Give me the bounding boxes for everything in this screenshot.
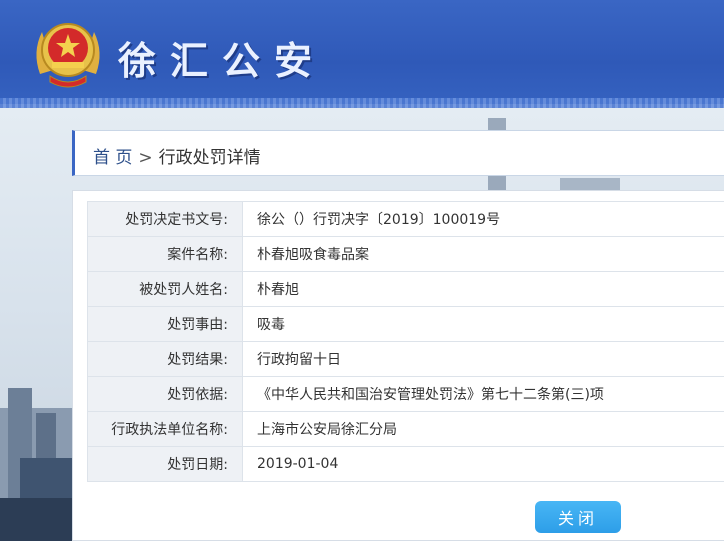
row-value: 《中华人民共和国治安管理处罚法》第七十二条第(三)项 — [242, 376, 724, 412]
row-value: 行政拘留十日 — [242, 341, 724, 377]
table-row: 被处罚人姓名: 朴春旭 — [87, 271, 724, 307]
table-row: 处罚日期: 2019-01-04 — [87, 446, 724, 482]
row-value: 吸毒 — [242, 306, 724, 342]
table-row: 处罚依据: 《中华人民共和国治安管理处罚法》第七十二条第(三)项 — [87, 376, 724, 412]
table-row: 案件名称: 朴春旭吸食毒品案 — [87, 236, 724, 272]
site-title: 徐汇公安 — [118, 39, 327, 83]
row-label: 处罚事由: — [87, 306, 243, 342]
row-label: 被处罚人姓名: — [87, 271, 243, 307]
row-value: 徐公（）行罚决字〔2019〕100019号 — [242, 201, 724, 237]
table-row: 行政执法单位名称: 上海市公安局徐汇分局 — [87, 411, 724, 447]
header-stripe — [0, 98, 724, 108]
breadcrumb: 首 页 > 行政处罚详情 — [72, 130, 724, 176]
row-value: 上海市公安局徐汇分局 — [242, 411, 724, 447]
table-row: 处罚结果: 行政拘留十日 — [87, 341, 724, 377]
breadcrumb-home-link[interactable]: 首 页 — [93, 148, 132, 168]
row-label: 处罚依据: — [87, 376, 243, 412]
row-label: 处罚日期: — [87, 446, 243, 482]
site-header: 徐汇公安 — [0, 0, 724, 108]
table-row: 处罚事由: 吸毒 — [87, 306, 724, 342]
penalty-detail-panel: 处罚决定书文号: 徐公（）行罚决字〔2019〕100019号 案件名称: 朴春旭… — [72, 190, 724, 541]
row-value: 朴春旭吸食毒品案 — [242, 236, 724, 272]
row-label: 处罚结果: — [87, 341, 243, 377]
row-label: 案件名称: — [87, 236, 243, 272]
close-button[interactable]: 关闭 — [535, 501, 621, 533]
row-label: 处罚决定书文号: — [87, 201, 243, 237]
table-row: 处罚决定书文号: 徐公（）行罚决字〔2019〕100019号 — [87, 201, 724, 237]
row-value: 2019-01-04 — [242, 446, 724, 482]
breadcrumb-separator: > — [138, 148, 153, 168]
row-label: 行政执法单位名称: — [87, 411, 243, 447]
penalty-detail-table: 处罚决定书文号: 徐公（）行罚决字〔2019〕100019号 案件名称: 朴春旭… — [87, 201, 724, 482]
row-value: 朴春旭 — [242, 271, 724, 307]
police-emblem-icon — [36, 23, 100, 88]
breadcrumb-current: 行政处罚详情 — [158, 148, 261, 168]
